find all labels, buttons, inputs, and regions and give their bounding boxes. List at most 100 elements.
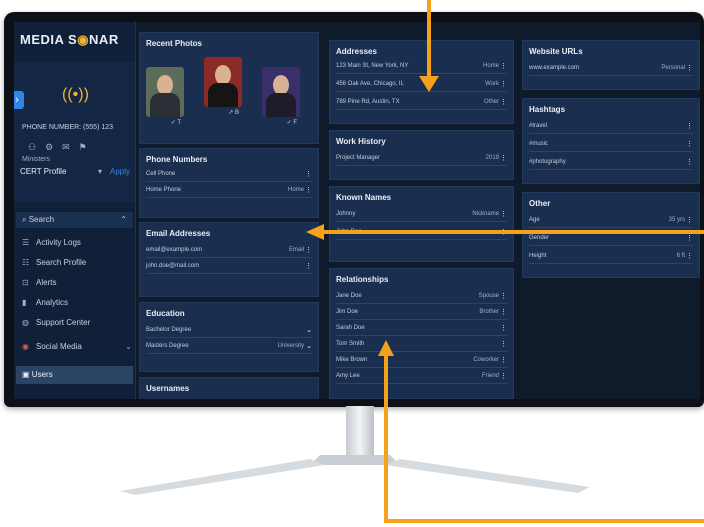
list-item[interactable]: #travel ⋮ <box>529 123 693 134</box>
sidebar-item-support-center[interactable]: ◍ Support Center <box>22 316 90 330</box>
row-value: Email <box>288 247 304 253</box>
sidebar-item-alerts[interactable]: ⊡ Alerts <box>22 276 56 290</box>
list-item[interactable]: Gender ⋮ <box>529 235 693 246</box>
row-value: Coworker <box>473 357 499 363</box>
card-recent-photos: Recent Photos ✓ T ↗ B ✓ F <box>139 32 319 144</box>
sidebar-item-label: Alerts <box>36 278 57 287</box>
callout-line <box>427 0 431 82</box>
kebab-icon[interactable]: ⋮ <box>500 154 507 162</box>
sidebar-item-social-media[interactable]: ◉ Social Media ⌄ <box>22 340 132 354</box>
sidebar: MEDIA S◉NAR › ((•)) PHONE NUMBER: (555) … <box>14 22 136 399</box>
list-item[interactable]: Jane Doe Spouse ⋮ <box>336 293 507 304</box>
search-icon: ⌕ <box>22 215 27 224</box>
kebab-icon[interactable]: ⌄ <box>306 342 312 350</box>
card-title: Other <box>529 199 551 208</box>
kebab-icon[interactable]: ⋮ <box>500 292 507 300</box>
profile-sub: Ministers <box>22 156 51 163</box>
brand-name-b: NAR <box>89 32 119 47</box>
card-relationships: Relationships Jane Doe Spouse ⋮ Jim Doe Bro… <box>329 268 514 399</box>
list-item[interactable]: Amy Lee Friend ⋮ <box>336 373 507 384</box>
kebab-icon[interactable]: ⋮ <box>500 80 507 88</box>
card-title: Phone Numbers <box>146 155 208 164</box>
list-item[interactable]: 789 Pine Rd, Austin, TX Other ⋮ <box>336 99 507 110</box>
kebab-icon[interactable]: ⋮ <box>686 140 693 148</box>
row-label: 789 Pine Rd, Austin, TX <box>336 99 400 105</box>
list-item[interactable]: www.example.com Personal ⋮ <box>529 65 693 76</box>
sidebar-item-label: Activity Logs <box>36 238 81 247</box>
list-item[interactable]: Bachelor Degree ⌄ <box>146 327 312 338</box>
kebab-icon[interactable]: ⋮ <box>500 210 507 218</box>
card-hashtags: Hashtags #travel ⋮ #music ⋮ #photography ⋮ <box>522 98 700 184</box>
card-title: Recent Photos <box>146 39 203 48</box>
row-value: 35 yrs <box>668 217 685 223</box>
list-item[interactable]: 123 Main St, New York, NY Home ⋮ <box>336 63 507 74</box>
list-item[interactable]: Project Manager 2019 ⋮ <box>336 155 507 166</box>
kebab-icon[interactable]: ⋮ <box>500 62 507 70</box>
apply-link[interactable]: Apply <box>110 167 130 176</box>
kebab-icon[interactable]: ⌄ <box>306 326 312 334</box>
photo-thumbnail[interactable]: ✓ F <box>262 67 300 126</box>
chevron-down-icon: ⌄ <box>125 342 132 351</box>
expand-arrow-icon[interactable]: › <box>14 91 24 109</box>
sidebar-item-label: Support Center <box>36 318 91 327</box>
kebab-icon[interactable]: ⋮ <box>500 324 507 332</box>
list-item[interactable]: Tom Smith ⋮ <box>336 341 507 352</box>
photo-tags: ✓ T <box>170 120 181 126</box>
callout-arrowhead <box>378 340 394 356</box>
kebab-icon[interactable]: ⋮ <box>686 252 693 260</box>
list-item[interactable]: john.doe@mail.com ⋮ <box>146 263 312 274</box>
kebab-icon[interactable]: ⋮ <box>305 262 312 270</box>
list-item[interactable]: Jim Doe Brother ⋮ <box>336 309 507 320</box>
chevron-down-icon: ▾ <box>98 167 103 176</box>
list-item[interactable]: Cell Phone ⋮ <box>146 171 312 182</box>
kebab-icon[interactable]: ⋮ <box>500 340 507 348</box>
list-item[interactable]: Masters Degree University ⌄ <box>146 343 312 354</box>
list-item[interactable]: Johnny Nickname ⋮ <box>336 211 507 222</box>
card-phone-numbers: Phone Numbers Cell Phone ⋮ Home Phone Home… <box>139 148 319 218</box>
list-item[interactable]: Height 6 ft ⋮ <box>529 253 693 264</box>
row-label: email@example.com <box>146 247 203 253</box>
row-label: 456 Oak Ave, Chicago, IL <box>336 81 404 87</box>
search-field[interactable]: ⌕ Search ⌃ <box>16 212 133 228</box>
chart-icon: ▮ <box>22 298 27 307</box>
kebab-icon[interactable]: ⋮ <box>500 98 507 106</box>
kebab-icon[interactable]: ⋮ <box>305 186 312 194</box>
sidebar-item-search-profile[interactable]: ☷ Search Profile <box>22 256 86 270</box>
list-item[interactable]: #music ⋮ <box>529 141 693 152</box>
kebab-icon[interactable]: ⋮ <box>305 246 312 254</box>
monitor: MEDIA S◉NAR › ((•)) PHONE NUMBER: (555) … <box>4 12 704 407</box>
monitor-stand-neck <box>346 406 374 458</box>
kebab-icon[interactable]: ⋮ <box>500 372 507 380</box>
list-item[interactable]: Sarah Doe ⋮ <box>336 325 507 336</box>
photo-thumbnail[interactable]: ↗ B <box>204 57 242 116</box>
kebab-icon[interactable]: ⋮ <box>500 356 507 364</box>
kebab-icon[interactable]: ⋮ <box>500 308 507 316</box>
sidebar-item-activity-logs[interactable]: ☰ Activity Logs <box>22 236 81 250</box>
list-item[interactable]: #photography ⋮ <box>529 159 693 170</box>
kebab-icon[interactable]: ⋮ <box>686 234 693 242</box>
callout-arrowhead <box>419 76 439 92</box>
profile-select[interactable]: CERT Profile ▾ Apply <box>20 167 130 181</box>
photo-thumbnail[interactable]: ✓ T <box>146 67 184 126</box>
sidebar-item-analytics[interactable]: ▮ Analytics <box>22 296 68 310</box>
stand-leg-left <box>120 459 325 495</box>
social-icon: ◉ <box>22 342 29 351</box>
kebab-icon[interactable]: ⋮ <box>305 170 312 178</box>
list-item[interactable]: Age 35 yrs ⋮ <box>529 217 693 228</box>
row-label: Height <box>529 253 547 259</box>
row-label: Gender <box>529 235 550 241</box>
row-label: Home Phone <box>146 187 182 193</box>
row-label: Johnny <box>336 211 356 217</box>
kebab-icon[interactable]: ⋮ <box>686 64 693 72</box>
kebab-icon[interactable]: ⋮ <box>686 216 693 224</box>
card-title: Education <box>146 309 185 318</box>
list-item[interactable]: email@example.com Email ⋮ <box>146 247 312 258</box>
card-title: Work History <box>336 137 386 146</box>
list-item[interactable]: Home Phone Home ⋮ <box>146 187 312 198</box>
kebab-icon[interactable]: ⋮ <box>686 158 693 166</box>
signal-icon: ((•)) <box>62 86 89 103</box>
sidebar-item-users[interactable]: ▣ Users <box>16 366 133 384</box>
kebab-icon[interactable]: ⋮ <box>686 122 693 130</box>
list-item[interactable]: Mike Brown Coworker ⋮ <box>336 357 507 368</box>
brand-dot: ◉ <box>77 32 90 47</box>
